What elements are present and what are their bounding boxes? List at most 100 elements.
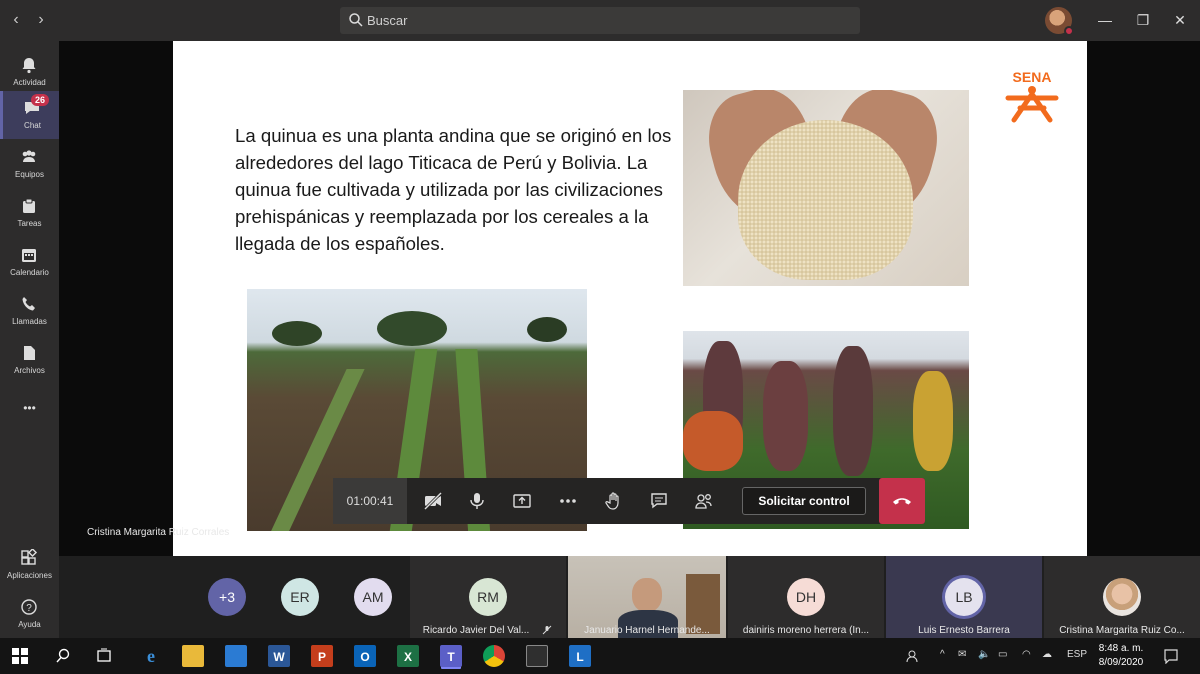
lync-icon[interactable]: L — [569, 645, 591, 667]
edge-icon[interactable]: e — [140, 645, 162, 667]
share-screen-icon — [513, 494, 531, 508]
participant-name: Cristina Margarita Ruiz Co... — [1059, 625, 1185, 636]
profile-avatar[interactable] — [1045, 7, 1074, 36]
participant-name: Ricardo Javier Del Val... — [422, 625, 530, 636]
rail-item-calendar[interactable]: Calendario — [0, 238, 59, 286]
request-control-button[interactable]: Solicitar control — [742, 487, 866, 515]
participant-tile-speaking[interactable]: LB Luis Ernesto Barrera — [886, 556, 1042, 638]
powerpoint-icon[interactable]: P — [311, 645, 333, 667]
camera-off-icon — [423, 491, 443, 511]
people-icon[interactable] — [905, 649, 919, 663]
calendar-icon — [22, 249, 36, 262]
status-dot — [1064, 26, 1074, 36]
teams-app-icon[interactable]: T — [440, 645, 462, 667]
mic-muted-icon — [542, 625, 552, 635]
overflow-participants-button[interactable]: +3 — [208, 578, 246, 616]
rail-label: Actividad — [13, 78, 46, 87]
svg-text:SENA: SENA — [1013, 69, 1052, 85]
excel-icon[interactable]: X — [397, 645, 419, 667]
svg-text:W: W — [273, 650, 285, 664]
windows-start-icon[interactable] — [12, 648, 28, 664]
chat-badge: 26 — [31, 94, 50, 106]
back-arrow-icon[interactable]: ‹ — [7, 11, 25, 29]
svg-text:O: O — [360, 650, 369, 664]
clock-time: 8:48 a. m. — [1098, 643, 1144, 654]
chrome-icon[interactable] — [483, 645, 505, 667]
restore-icon[interactable]: ❐ — [1133, 11, 1153, 29]
participant-tile[interactable]: DH dainiris moreno herrera (In... — [728, 556, 884, 638]
raise-hand-button[interactable] — [591, 478, 637, 524]
rail-item-help[interactable]: ? Ayuda — [0, 590, 59, 638]
call-controls-bar: 01:00:41 Solicitar control — [333, 478, 925, 524]
rail-item-calls[interactable]: Llamadas — [0, 287, 59, 335]
svg-text:e: e — [147, 646, 155, 666]
minimize-icon[interactable]: — — [1095, 11, 1115, 29]
rail-label: Llamadas — [12, 317, 47, 326]
more-options-button[interactable] — [545, 478, 591, 524]
participant-avatar[interactable]: ER — [281, 578, 319, 616]
rail-item-chat[interactable]: 26 Chat — [0, 91, 59, 139]
more-icon — [560, 499, 576, 503]
language-indicator[interactable]: ESP — [1067, 649, 1087, 660]
mail-icon[interactable] — [225, 645, 247, 667]
rail-item-files[interactable]: Archivos — [0, 336, 59, 384]
presenter-name: Cristina Margarita Ruiz Corrales — [87, 527, 230, 538]
notifications-icon[interactable] — [1163, 648, 1179, 664]
participant-avatar[interactable]: AM — [354, 578, 392, 616]
participant-tile[interactable]: RM Ricardo Javier Del Val... — [410, 556, 566, 638]
volume-icon[interactable]: 🔈 — [978, 649, 990, 660]
wifi-icon[interactable]: ◠ — [1022, 649, 1031, 660]
close-icon[interactable]: ✕ — [1170, 11, 1190, 29]
app-rail: Actividad 26 Chat Equipos Tareas Calenda… — [0, 41, 59, 638]
teams-icon — [22, 150, 36, 162]
forward-arrow-icon[interactable]: › — [32, 11, 50, 29]
participant-avatar: LB — [945, 578, 983, 616]
participant-name: Luis Ernesto Barrera — [918, 625, 1010, 636]
rail-label: Chat — [24, 121, 41, 130]
search-icon — [349, 13, 363, 27]
help-icon: ? — [21, 599, 37, 615]
participant-video-tile[interactable]: Januario Harnel Hernande... — [568, 556, 726, 638]
clock-date: 8/09/2020 — [1098, 657, 1144, 668]
participant-name: Januario Harnel Hernande... — [584, 625, 710, 636]
task-view-icon[interactable] — [96, 648, 112, 664]
battery-icon[interactable]: ▭ — [998, 649, 1007, 660]
tray-expand-icon[interactable]: ^ — [940, 649, 945, 660]
conversation-button[interactable] — [636, 478, 682, 524]
quinoa-hands-photo — [683, 90, 969, 286]
apps-icon — [21, 549, 38, 565]
svg-text:P: P — [318, 650, 326, 664]
call-timer: 01:00:41 — [333, 478, 407, 524]
search-placeholder: Buscar — [367, 13, 408, 28]
svg-text:T: T — [447, 650, 455, 664]
participant-avatar: DH — [787, 578, 825, 616]
word-icon[interactable]: W — [268, 645, 290, 667]
participant-tile[interactable]: Cristina Margarita Ruiz Co... — [1044, 556, 1200, 638]
hang-up-button[interactable] — [879, 478, 925, 524]
rail-label: Ayuda — [18, 620, 41, 629]
participants-button[interactable] — [681, 478, 727, 524]
mic-toggle-button[interactable] — [454, 478, 500, 524]
cloud-icon[interactable]: ☁ — [1042, 649, 1052, 660]
rail-item-activity[interactable]: Actividad — [0, 48, 59, 96]
bell-icon — [22, 58, 36, 74]
share-screen-button[interactable] — [499, 478, 545, 524]
rail-label: Calendario — [10, 268, 49, 277]
taskbar-search-icon[interactable] — [55, 648, 71, 664]
outlook-icon[interactable]: O — [354, 645, 376, 667]
rail-label: Equipos — [15, 170, 44, 179]
tray-app-icon[interactable]: ✉ — [958, 649, 966, 660]
slide-text: La quinua es una planta andina que se or… — [235, 125, 672, 254]
rail-item-tasks[interactable]: Tareas — [0, 189, 59, 237]
search-input[interactable]: Buscar — [340, 7, 860, 34]
system-clock[interactable]: 8:48 a. m. 8/09/2020 — [1098, 642, 1144, 670]
camera-toggle-button[interactable] — [410, 478, 456, 524]
files-icon — [24, 346, 35, 360]
participant-name: dainiris moreno herrera (In... — [742, 625, 870, 636]
file-explorer-icon[interactable] — [182, 645, 204, 667]
rail-item-teams[interactable]: Equipos — [0, 140, 59, 188]
participant-face — [632, 578, 662, 612]
rail-more-button[interactable]: ••• — [0, 393, 59, 423]
rail-item-apps[interactable]: Aplicaciones — [0, 541, 59, 589]
store-icon[interactable] — [526, 645, 548, 667]
